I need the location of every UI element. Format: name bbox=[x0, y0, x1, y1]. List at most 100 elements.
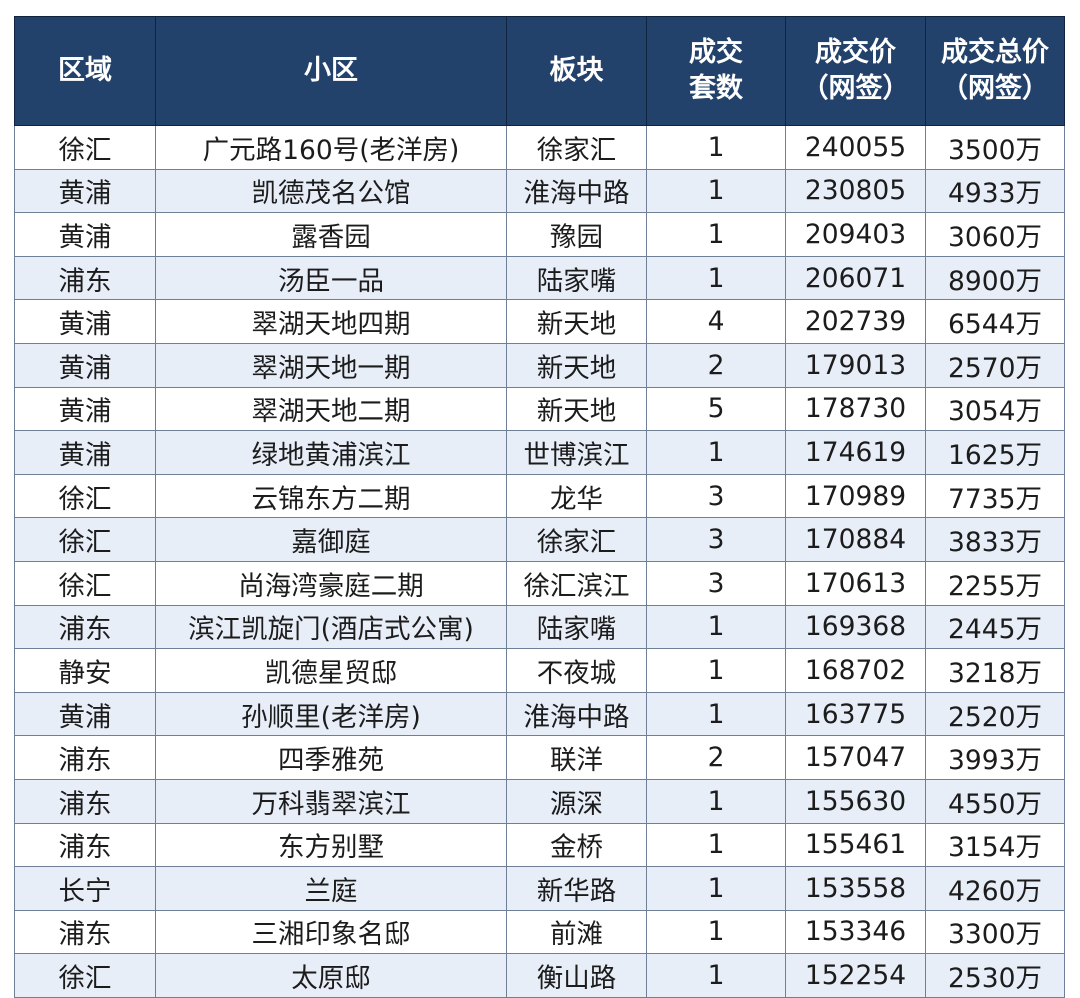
cell-deal-count: 1 bbox=[646, 648, 786, 693]
cell-deal-price: 174619 bbox=[785, 430, 926, 475]
cell-total-price: 6544万 bbox=[925, 299, 1065, 344]
cell-block: 淮海中路 bbox=[506, 168, 647, 214]
cell-total-price: 3060万 bbox=[925, 212, 1065, 257]
cell-deal-count: 1 bbox=[646, 168, 786, 214]
table-row: 黄浦 翠湖天地二期 新天地 5 178730 3054万 bbox=[14, 386, 1065, 432]
cell-community: 万科翡翠滨江 bbox=[155, 778, 507, 824]
cell-community: 凯德星贸邸 bbox=[155, 648, 507, 693]
cell-block: 新天地 bbox=[506, 386, 647, 432]
table-row: 徐汇 广元路160号(老洋房) 徐家汇 1 240055 3500万 bbox=[14, 125, 1065, 170]
header-community: 小区 bbox=[155, 16, 507, 126]
cell-deal-count: 3 bbox=[646, 560, 786, 606]
cell-deal-price: 155461 bbox=[785, 822, 926, 868]
cell-district: 黄浦 bbox=[14, 168, 156, 214]
table-body: 徐汇 广元路160号(老洋房) 徐家汇 1 240055 3500万 黄浦 凯德茂名公馆 淮海中… bbox=[14, 125, 1065, 998]
transaction-table: 区域 小区 板块 成交 套数 成交价 （网签） 成交总价 （网签） 徐汇 广元路… bbox=[14, 16, 1065, 998]
cell-total-price: 4933万 bbox=[925, 168, 1065, 214]
cell-block: 陆家嘴 bbox=[506, 255, 647, 301]
table-row: 徐汇 嘉御庭 徐家汇 3 170884 3833万 bbox=[14, 517, 1065, 562]
cell-deal-count: 1 bbox=[646, 953, 786, 998]
table-row: 静安 凯德星贸邸 不夜城 1 168702 3218万 bbox=[14, 648, 1065, 693]
cell-district: 浦东 bbox=[14, 604, 156, 650]
table-row: 浦东 三湘印象名邸 前滩 1 153346 3300万 bbox=[14, 909, 1065, 955]
cell-deal-price: 209403 bbox=[785, 212, 926, 257]
cell-deal-count: 4 bbox=[646, 299, 786, 344]
table-row: 浦东 四季雅苑 联洋 2 157047 3993万 bbox=[14, 735, 1065, 780]
cell-deal-price: 206071 bbox=[785, 255, 926, 301]
cell-total-price: 3833万 bbox=[925, 517, 1065, 562]
table-row: 黄浦 孙顺里(老洋房) 淮海中路 1 163775 2520万 bbox=[14, 691, 1065, 737]
cell-deal-count: 2 bbox=[646, 735, 786, 780]
cell-district: 浦东 bbox=[14, 822, 156, 868]
cell-block: 徐家汇 bbox=[506, 125, 647, 170]
cell-district: 黄浦 bbox=[14, 299, 156, 344]
table-row: 徐汇 云锦东方二期 龙华 3 170989 7735万 bbox=[14, 473, 1065, 519]
cell-block: 徐家汇 bbox=[506, 517, 647, 562]
cell-community: 凯德茂名公馆 bbox=[155, 168, 507, 214]
cell-total-price: 3218万 bbox=[925, 648, 1065, 693]
header-deal-price: 成交价 （网签） bbox=[785, 16, 926, 126]
table-row: 徐汇 太原邸 衡山路 1 152254 2530万 bbox=[14, 953, 1065, 998]
cell-block: 前滩 bbox=[506, 909, 647, 955]
cell-block: 金桥 bbox=[506, 822, 647, 868]
cell-block: 龙华 bbox=[506, 473, 647, 519]
cell-community: 广元路160号(老洋房) bbox=[155, 125, 507, 170]
cell-district: 浦东 bbox=[14, 909, 156, 955]
cell-district: 浦东 bbox=[14, 735, 156, 780]
cell-block: 陆家嘴 bbox=[506, 604, 647, 650]
cell-deal-price: 202739 bbox=[785, 299, 926, 344]
cell-deal-count: 1 bbox=[646, 866, 786, 911]
cell-deal-count: 5 bbox=[646, 386, 786, 432]
cell-district: 徐汇 bbox=[14, 517, 156, 562]
header-total-price: 成交总价 （网签） bbox=[925, 16, 1065, 126]
cell-community: 尚海湾豪庭二期 bbox=[155, 560, 507, 606]
table-row: 黄浦 翠湖天地四期 新天地 4 202739 6544万 bbox=[14, 299, 1065, 344]
cell-total-price: 2570万 bbox=[925, 342, 1065, 388]
cell-block: 源深 bbox=[506, 778, 647, 824]
cell-district: 浦东 bbox=[14, 778, 156, 824]
cell-deal-count: 1 bbox=[646, 255, 786, 301]
cell-total-price: 4260万 bbox=[925, 866, 1065, 911]
cell-district: 黄浦 bbox=[14, 691, 156, 737]
cell-block: 联洋 bbox=[506, 735, 647, 780]
table-row: 浦东 汤臣一品 陆家嘴 1 206071 8900万 bbox=[14, 255, 1065, 301]
cell-community: 翠湖天地四期 bbox=[155, 299, 507, 344]
cell-deal-price: 163775 bbox=[785, 691, 926, 737]
header-block: 板块 bbox=[506, 16, 647, 126]
cell-block: 豫园 bbox=[506, 212, 647, 257]
cell-deal-price: 240055 bbox=[785, 125, 926, 170]
cell-community: 翠湖天地二期 bbox=[155, 386, 507, 432]
header-district: 区域 bbox=[14, 16, 156, 126]
cell-community: 孙顺里(老洋房) bbox=[155, 691, 507, 737]
cell-district: 黄浦 bbox=[14, 430, 156, 475]
cell-deal-price: 178730 bbox=[785, 386, 926, 432]
cell-total-price: 3993万 bbox=[925, 735, 1065, 780]
cell-total-price: 2255万 bbox=[925, 560, 1065, 606]
cell-district: 徐汇 bbox=[14, 953, 156, 998]
cell-deal-price: 153558 bbox=[785, 866, 926, 911]
cell-deal-price: 170613 bbox=[785, 560, 926, 606]
cell-deal-count: 3 bbox=[646, 517, 786, 562]
cell-community: 汤臣一品 bbox=[155, 255, 507, 301]
cell-total-price: 3054万 bbox=[925, 386, 1065, 432]
cell-block: 徐汇滨江 bbox=[506, 560, 647, 606]
cell-total-price: 3500万 bbox=[925, 125, 1065, 170]
cell-deal-count: 1 bbox=[646, 822, 786, 868]
cell-district: 浦东 bbox=[14, 255, 156, 301]
cell-deal-price: 170884 bbox=[785, 517, 926, 562]
cell-total-price: 2530万 bbox=[925, 953, 1065, 998]
cell-deal-count: 2 bbox=[646, 342, 786, 388]
cell-block: 新华路 bbox=[506, 866, 647, 911]
cell-community: 露香园 bbox=[155, 212, 507, 257]
cell-deal-price: 157047 bbox=[785, 735, 926, 780]
transaction-table-container: 区域 小区 板块 成交 套数 成交价 （网签） 成交总价 （网签） 徐汇 广元路… bbox=[14, 16, 1065, 998]
cell-community: 太原邸 bbox=[155, 953, 507, 998]
cell-block: 世博滨江 bbox=[506, 430, 647, 475]
cell-block: 不夜城 bbox=[506, 648, 647, 693]
cell-deal-count: 1 bbox=[646, 909, 786, 955]
cell-deal-price: 152254 bbox=[785, 953, 926, 998]
cell-total-price: 1625万 bbox=[925, 430, 1065, 475]
cell-community: 兰庭 bbox=[155, 866, 507, 911]
cell-total-price: 3300万 bbox=[925, 909, 1065, 955]
cell-deal-count: 1 bbox=[646, 430, 786, 475]
